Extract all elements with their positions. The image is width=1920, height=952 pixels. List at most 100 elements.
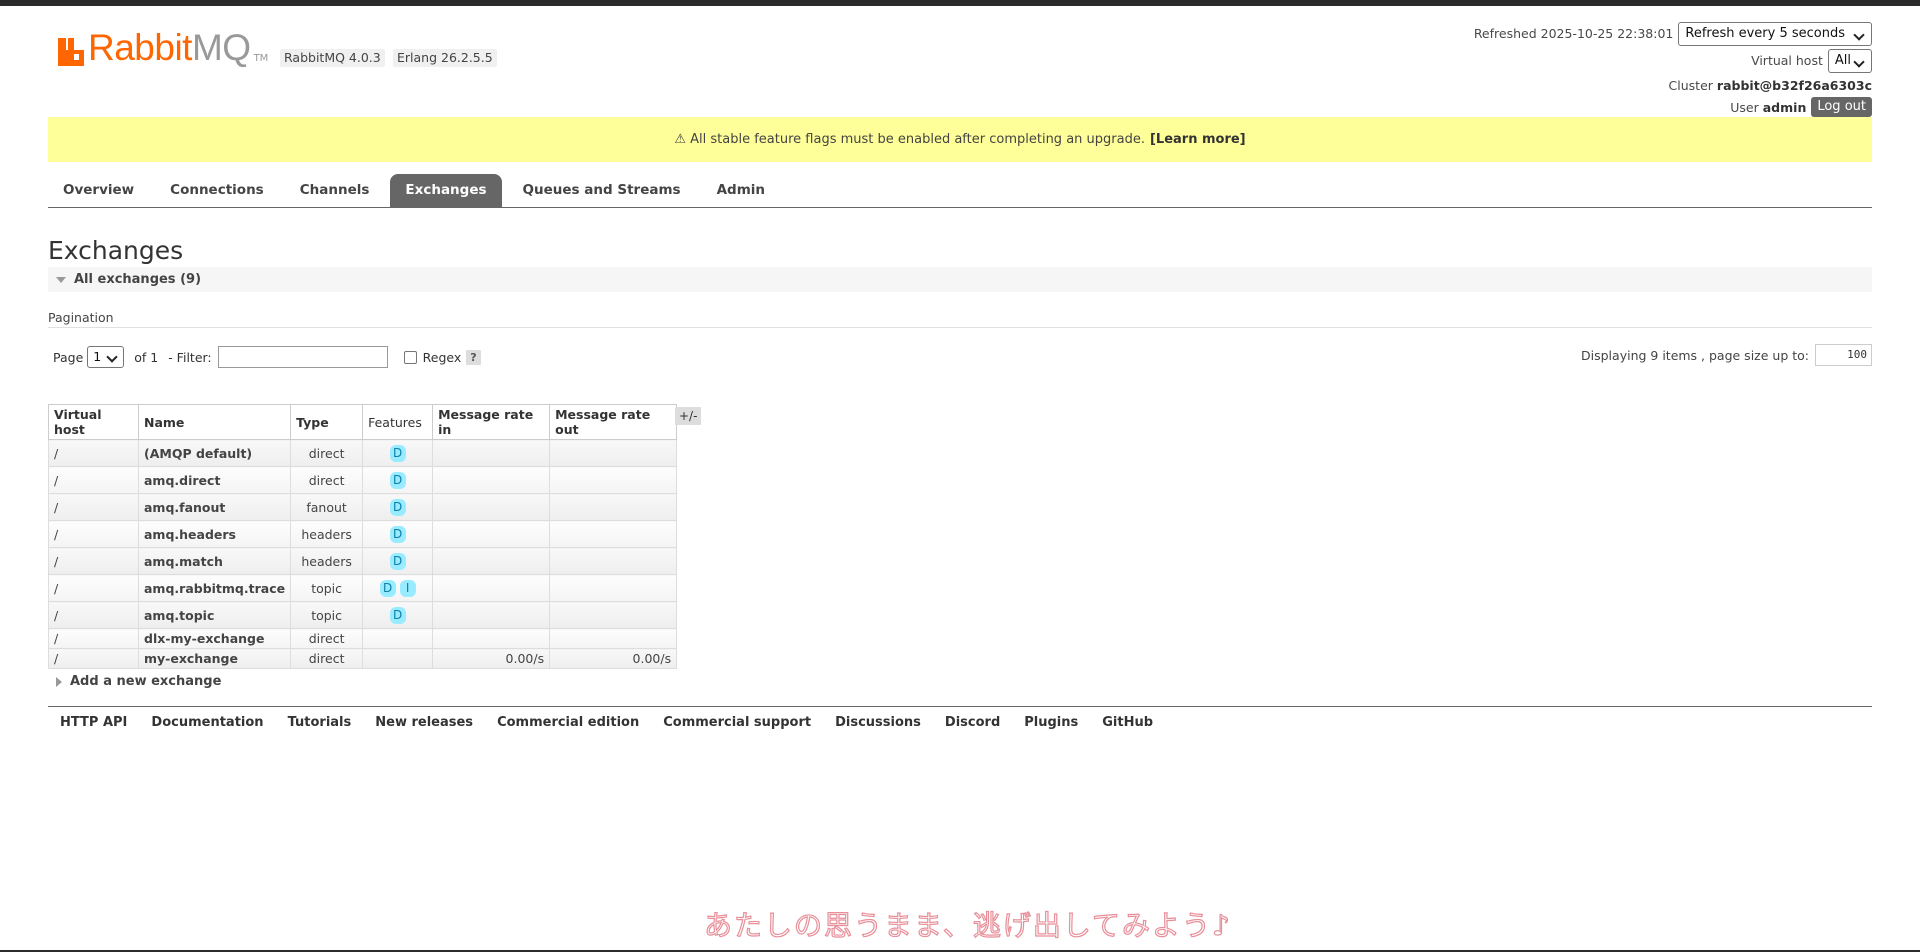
row-name-link[interactable]: (AMQP default) (137, 439, 292, 467)
tab-connections[interactable]: Connections (155, 174, 279, 207)
row-name-link[interactable]: amq.topic (137, 601, 292, 629)
add-new-exchange-toggle[interactable]: Add a new exchange (56, 674, 221, 689)
pagination-label: Pagination (48, 310, 114, 325)
row-features: D (362, 439, 434, 467)
row-name-link[interactable]: amq.match (137, 547, 292, 575)
regex-help-button[interactable]: ? (466, 349, 481, 365)
refresh-interval-select[interactable]: Refresh every 5 seconds (1678, 21, 1872, 46)
row-type: direct (290, 628, 364, 649)
row-name-link[interactable]: amq.headers (137, 520, 292, 548)
footer-link-discussions[interactable]: Discussions (823, 714, 933, 732)
table-row[interactable]: / amq.fanout fanout D (48, 493, 678, 521)
tab-exchanges[interactable]: Exchanges (390, 174, 502, 207)
row-features: D (362, 493, 434, 521)
row-rate-in (432, 439, 551, 467)
table-row[interactable]: / my-exchange direct 0.00/s 0.00/s (48, 648, 678, 669)
footer-link-http-api[interactable]: HTTP API (48, 714, 139, 732)
cluster-name: rabbit@b32f26a6303c (1716, 77, 1872, 93)
column-header-message-rate-in[interactable]: Message rate in (432, 404, 551, 440)
internal-badge: I (399, 579, 416, 597)
version-badge: RabbitMQ 4.0.3 (280, 49, 385, 67)
durable-badge: D (379, 579, 396, 597)
table-row[interactable]: / amq.direct direct D (48, 466, 678, 494)
column-header-message-rate-out[interactable]: Message rate out (549, 404, 678, 440)
filter-input[interactable] (217, 346, 388, 368)
row-rate-out (549, 628, 678, 649)
row-rate-in: 0.00/s (432, 648, 551, 669)
durable-badge: D (389, 606, 406, 624)
page-title: Exchanges (48, 236, 184, 265)
row-type: direct (290, 466, 364, 494)
footer-link-new-releases[interactable]: New releases (363, 714, 485, 732)
page-count: of 1 (134, 349, 159, 365)
column-header-type[interactable]: Type (290, 404, 364, 440)
learn-more-link[interactable]: [Learn more] (1150, 132, 1246, 147)
page-size-input[interactable]: 100 (1815, 344, 1872, 366)
footer-links: HTTP API Documentation Tutorials New rel… (48, 714, 1165, 732)
row-features (362, 648, 434, 669)
row-name-link[interactable]: amq.fanout (137, 493, 292, 521)
pagination-controls: Page 1 of 1 - Filter: Regex ? (53, 346, 481, 368)
section-title: All exchanges (9) (74, 272, 202, 287)
logout-button[interactable]: Log out (1811, 97, 1872, 117)
add-new-exchange-label: Add a new exchange (70, 674, 222, 689)
tab-channels[interactable]: Channels (285, 174, 385, 207)
footer-link-documentation[interactable]: Documentation (139, 714, 275, 732)
footer-link-plugins[interactable]: Plugins (1012, 714, 1090, 732)
row-features: D (362, 547, 434, 575)
row-type: direct (290, 648, 364, 669)
row-type: direct (290, 439, 364, 467)
row-rate-out (549, 493, 678, 521)
user-label: User (1730, 99, 1759, 115)
column-header-name[interactable]: Name (137, 404, 292, 440)
table-header-row: Virtual host Name Type Features Message … (48, 404, 678, 440)
row-vhost: / (48, 493, 139, 521)
table-row[interactable]: / amq.rabbitmq.trace topic DI (48, 574, 678, 602)
banner-text: ⚠ All stable feature flags must be enabl… (674, 132, 1145, 147)
row-rate-in (432, 547, 551, 575)
tab-queues-and-streams[interactable]: Queues and Streams (508, 174, 696, 207)
table-row[interactable]: / amq.topic topic D (48, 601, 678, 629)
durable-badge: D (389, 444, 406, 462)
table-row[interactable]: / (AMQP default) direct D (48, 439, 678, 467)
row-vhost: / (48, 601, 139, 629)
tab-admin[interactable]: Admin (702, 174, 780, 207)
main-nav-tabs: Overview Connections Channels Exchanges … (48, 174, 1872, 208)
durable-badge: D (389, 552, 406, 570)
page-label: Page (53, 349, 84, 365)
footer-link-tutorials[interactable]: Tutorials (276, 714, 364, 732)
footer-link-commercial-edition[interactable]: Commercial edition (485, 714, 651, 732)
row-name-link[interactable]: amq.rabbitmq.trace (137, 574, 292, 602)
page-select[interactable]: 1 (87, 346, 125, 368)
logo-wordmark: RabbitMQ (88, 27, 251, 68)
table-row[interactable]: / amq.headers headers D (48, 520, 678, 548)
rabbitmq-logo[interactable]: RabbitMQ TM (58, 27, 268, 68)
row-features: D (362, 466, 434, 494)
row-vhost: / (48, 466, 139, 494)
row-name-link[interactable]: dlx-my-exchange (137, 628, 292, 649)
regex-checkbox[interactable] (403, 350, 417, 364)
footer-link-github[interactable]: GitHub (1090, 714, 1165, 732)
refreshed-timestamp: Refreshed 2025-10-25 22:38:01 (1473, 26, 1674, 41)
tab-overview[interactable]: Overview (48, 174, 149, 207)
row-name-link[interactable]: my-exchange (137, 648, 292, 669)
column-header-virtual-host[interactable]: Virtual host (48, 404, 139, 440)
all-exchanges-section-toggle[interactable]: All exchanges (9) (48, 267, 1872, 292)
window-top-bar (0, 0, 1920, 6)
row-rate-out (549, 466, 678, 494)
virtual-host-select[interactable]: All (1827, 48, 1872, 73)
virtual-host-label: Virtual host (1751, 53, 1823, 68)
row-features: D (362, 601, 434, 629)
regex-label: Regex (422, 349, 462, 365)
durable-badge: D (389, 471, 406, 489)
footer-link-discord[interactable]: Discord (933, 714, 1012, 732)
filter-label: - Filter: (168, 349, 212, 365)
footer-link-commercial-support[interactable]: Commercial support (651, 714, 823, 732)
row-rate-out (549, 574, 678, 602)
row-name-link[interactable]: amq.direct (137, 466, 292, 494)
row-rate-out (549, 547, 678, 575)
column-toggle-button[interactable]: +/- (675, 407, 702, 425)
table-row[interactable]: / dlx-my-exchange direct (48, 628, 678, 649)
row-features: D (362, 520, 434, 548)
table-row[interactable]: / amq.match headers D (48, 547, 678, 575)
